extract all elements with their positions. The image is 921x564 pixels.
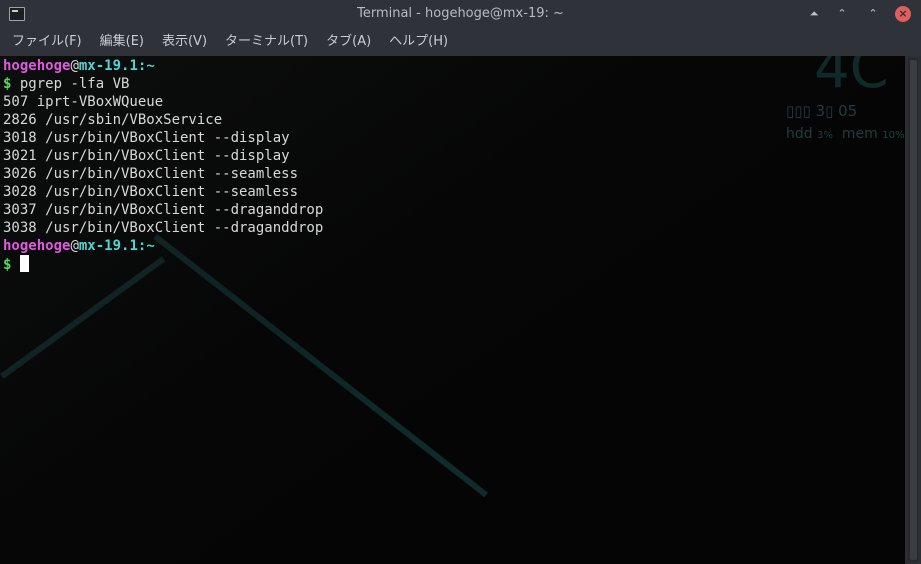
output-line: 2826 /usr/sbin/VBoxService (3, 112, 223, 128)
prompt-at: @ (70, 238, 79, 254)
menu-bar: ファイル(F) 編集(E) 表示(V) ターミナル(T) タブ(A) ヘルプ(H) (0, 29, 921, 55)
desktop-system-widget: 4C ▯▯▯ 3▯ 05 hdd 3% mem 10% (786, 56, 905, 156)
window-title: Terminal - hogehoge@mx-19: ~ (357, 6, 564, 21)
close-button[interactable]: × (895, 6, 911, 22)
input-line[interactable]: $ (3, 255, 323, 273)
prompt-user: hogehoge (3, 238, 71, 254)
restore-button[interactable]: ⌃ (865, 6, 881, 22)
terminal-output: hogehoge@mx-19.1:~ $ pgrep -lfa VB 507 i… (3, 57, 323, 273)
scrollbar-track[interactable] (908, 58, 918, 562)
menu-terminal[interactable]: ターミナル(T) (216, 29, 317, 55)
text-cursor (20, 255, 30, 272)
prompt-path: :~ (137, 238, 155, 254)
prompt-host: mx-19.1 (78, 58, 138, 74)
output-line: 3026 /usr/bin/VBoxClient --seamless (3, 166, 299, 182)
prompt-path: :~ (137, 58, 155, 74)
output-line: 3018 /usr/bin/VBoxClient --display (3, 130, 290, 146)
prompt-line: hogehoge@mx-19.1:~ (3, 237, 323, 255)
menu-file[interactable]: ファイル(F) (3, 29, 91, 55)
output-line: 3037 /usr/bin/VBoxClient --draganddrop (3, 202, 324, 218)
widget-date: ▯▯▯ 3▯ 05 (786, 102, 858, 120)
mem-value: 10% (882, 130, 905, 141)
prompt-line: hogehoge@mx-19.1:~ (3, 57, 323, 75)
terminal-window: Terminal - hogehoge@mx-19: ~ ⏶ ⌃ ⌃ × ファイ… (0, 0, 921, 564)
terminal-area[interactable]: 4C ▯▯▯ 3▯ 05 hdd 3% mem 10% hogehoge@mx-… (0, 56, 905, 564)
widget-stats: hdd 3% mem 10% (786, 126, 904, 142)
prompt-at: @ (70, 58, 79, 74)
widget-clock: 4C (814, 56, 889, 101)
output-line: 507 iprt-VBoxWQueue (3, 94, 164, 110)
shade-button[interactable]: ⏶ (806, 6, 822, 22)
menu-view[interactable]: 表示(V) (153, 29, 216, 55)
prompt-symbol: $ (3, 257, 12, 273)
hdd-value: 3% (817, 130, 833, 141)
vertical-scrollbar[interactable] (905, 56, 921, 564)
maximize-button[interactable]: ⌃ (834, 6, 850, 22)
output-line: 3038 /usr/bin/VBoxClient --draganddrop (3, 220, 324, 236)
prompt-host: mx-19.1 (78, 238, 138, 254)
menu-help[interactable]: ヘルプ(H) (380, 29, 457, 55)
mem-label: mem (841, 126, 878, 142)
hdd-label: hdd (786, 126, 813, 142)
prompt-user: hogehoge (3, 58, 71, 74)
title-bar[interactable]: Terminal - hogehoge@mx-19: ~ ⏶ ⌃ ⌃ × (0, 0, 921, 29)
output-line: 3021 /usr/bin/VBoxClient --display (3, 148, 290, 164)
menu-tabs[interactable]: タブ(A) (317, 29, 380, 55)
scrollbar-thumb[interactable] (910, 60, 917, 560)
menu-edit[interactable]: 編集(E) (91, 29, 153, 55)
output-line: 3028 /usr/bin/VBoxClient --seamless (3, 184, 299, 200)
command-line: $ pgrep -lfa VB (3, 75, 323, 93)
command-text: pgrep -lfa VB (11, 76, 130, 92)
